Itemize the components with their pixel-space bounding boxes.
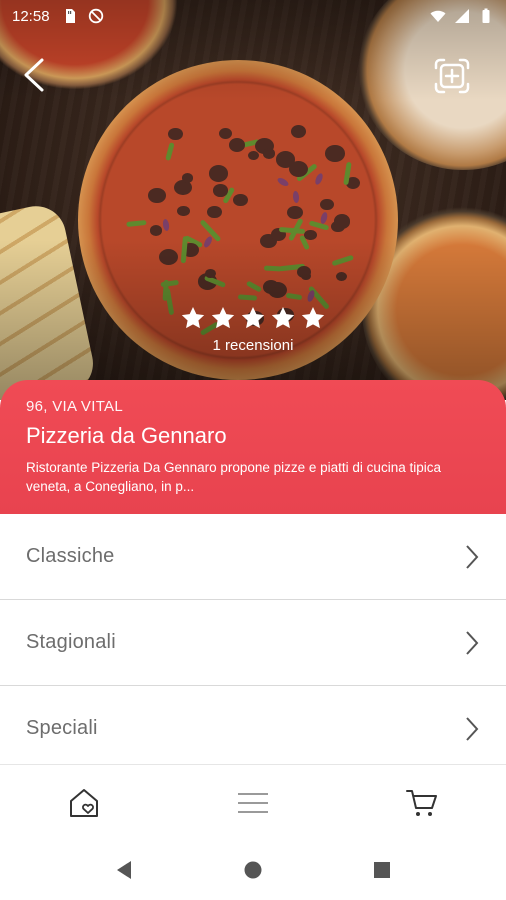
menu-icon bbox=[238, 792, 268, 813]
star-icon bbox=[301, 306, 325, 329]
battery-icon bbox=[482, 8, 490, 23]
restaurant-description[interactable]: Ristorante Pizzeria Da Gennaro propone p… bbox=[26, 458, 476, 496]
restaurant-address: 96, VIA VITAL bbox=[26, 398, 124, 415]
category-list: Classiche Stagionali Speciali bbox=[0, 514, 506, 772]
tab-cart[interactable] bbox=[337, 765, 506, 840]
reviews-count[interactable]: 1 recensioni bbox=[0, 337, 506, 354]
no-disturb-icon bbox=[88, 8, 103, 24]
cart-icon bbox=[405, 789, 437, 816]
signal-icon bbox=[455, 9, 469, 23]
back-arrow-icon[interactable] bbox=[18, 56, 52, 94]
tab-home[interactable] bbox=[0, 765, 169, 840]
bottom-tab-bar bbox=[0, 764, 506, 840]
category-label: Speciali bbox=[26, 717, 98, 739]
status-bar: 12:58 bbox=[0, 0, 506, 32]
star-icon bbox=[181, 306, 205, 329]
home-heart-icon bbox=[70, 788, 99, 817]
nav-recents-icon[interactable] bbox=[371, 859, 393, 881]
star-icon bbox=[271, 306, 295, 329]
sd-card-icon bbox=[65, 9, 75, 23]
tab-menu[interactable] bbox=[169, 765, 338, 840]
add-to-collection-icon[interactable] bbox=[432, 56, 472, 96]
chevron-right-icon bbox=[466, 630, 479, 655]
category-label: Classiche bbox=[26, 545, 115, 567]
wifi-icon bbox=[430, 10, 446, 22]
category-row-stagionali[interactable]: Stagionali bbox=[0, 600, 506, 686]
rating-block: 1 recensioni bbox=[0, 305, 506, 354]
chevron-right-icon bbox=[466, 716, 479, 741]
status-time: 12:58 bbox=[12, 7, 50, 25]
chevron-right-icon bbox=[466, 544, 479, 569]
nav-home-icon[interactable] bbox=[242, 859, 264, 881]
category-label: Stagionali bbox=[26, 631, 116, 653]
category-row-speciali[interactable]: Speciali bbox=[0, 686, 506, 772]
category-row-classiche[interactable]: Classiche bbox=[0, 514, 506, 600]
star-icon bbox=[211, 306, 235, 329]
nav-back-icon[interactable] bbox=[113, 859, 135, 881]
system-nav-bar bbox=[0, 840, 506, 900]
restaurant-info-card: 96, VIA VITAL Pizzeria da Gennaro Ristor… bbox=[0, 380, 506, 514]
restaurant-name: Pizzeria da Gennaro bbox=[26, 423, 227, 448]
rating-stars bbox=[0, 305, 506, 331]
star-icon bbox=[241, 306, 265, 329]
